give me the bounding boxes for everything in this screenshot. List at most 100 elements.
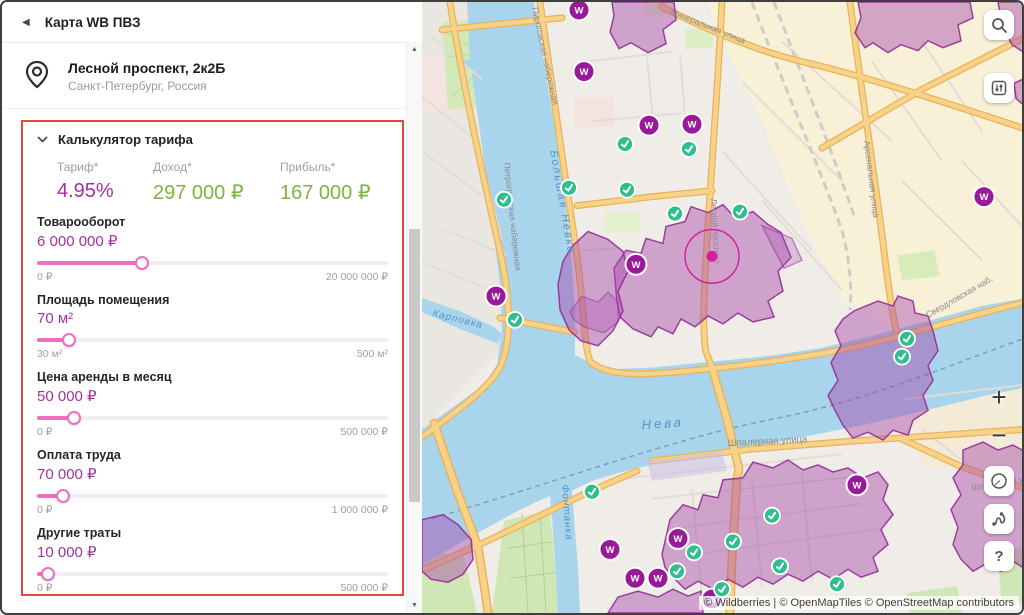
map-label: Нева <box>641 414 684 432</box>
slider-handle[interactable] <box>41 567 55 581</box>
wb-pickup-marker[interactable]: W <box>625 568 646 589</box>
slider-area: Площадь помещения 70 м² 30 м²500 м² <box>37 293 388 360</box>
slider-handle[interactable] <box>62 333 76 347</box>
available-location-marker[interactable] <box>894 349 910 365</box>
svg-text:W: W <box>631 574 640 585</box>
svg-text:W: W <box>674 534 683 545</box>
slider-turnover: Товарооборот 6 000 000 ₽ 0 ₽20 000 000 ₽ <box>37 215 388 283</box>
slider-max: 500 000 ₽ <box>340 582 388 594</box>
available-location-marker[interactable] <box>686 544 702 560</box>
slider-min: 0 ₽ <box>37 426 52 438</box>
available-location-marker[interactable] <box>619 182 635 198</box>
compass-icon <box>990 472 1008 490</box>
available-location-marker[interactable] <box>584 484 600 500</box>
back-icon[interactable]: ◀ <box>22 17 30 28</box>
wb-pickup-marker[interactable]: W <box>600 539 621 560</box>
slider-min: 0 ₽ <box>37 582 52 594</box>
slider-value: 10 000 ₽ <box>37 543 388 561</box>
slider-labor: Оплата труда 70 000 ₽ 0 ₽1 000 000 ₽ <box>37 448 388 516</box>
sidebar-scrollbar[interactable]: ▲ ▼ <box>406 42 422 613</box>
available-location-marker[interactable] <box>561 180 577 196</box>
wb-pickup-marker[interactable]: W <box>668 528 689 549</box>
slider-track[interactable] <box>37 333 388 347</box>
slider-label: Товарооборот <box>37 215 388 229</box>
app-window: ◀ Карта WB ПВЗ Лесной проспект, 2к2Б Сан… <box>0 0 1024 615</box>
wb-pickup-marker[interactable]: W <box>574 61 595 82</box>
svg-text:W: W <box>853 480 862 491</box>
available-location-marker[interactable] <box>496 192 512 208</box>
slider-min: 30 м² <box>37 348 62 360</box>
available-location-marker[interactable] <box>667 206 683 222</box>
location-pin-icon <box>22 59 52 94</box>
stat-profit: Прибыль* 167 000 ₽ <box>280 160 371 205</box>
map-attribution: © Wildberries | © OpenMapTiles © OpenStr… <box>699 596 1019 610</box>
wb-pickup-marker[interactable]: W <box>974 186 995 207</box>
slider-other: Другие траты 10 000 ₽ 0 ₽500 000 ₽ <box>37 526 388 594</box>
svg-text:W: W <box>606 545 615 556</box>
map-panel: Большая НевкаНеваФонтанкаКарповкаПетрогр… <box>422 2 1022 613</box>
slider-handle[interactable] <box>67 411 81 425</box>
wb-pickup-marker[interactable]: W <box>626 254 647 275</box>
slider-max: 1 000 000 ₽ <box>332 504 388 516</box>
svg-text:W: W <box>632 260 641 271</box>
available-location-marker[interactable] <box>507 312 523 328</box>
search-button[interactable] <box>984 10 1014 40</box>
wb-pickup-marker[interactable]: W <box>486 286 507 307</box>
available-location-marker[interactable] <box>725 534 741 550</box>
scrollbar-thumb[interactable] <box>409 229 420 502</box>
map-canvas[interactable]: Большая НевкаНеваФонтанкаКарповкаПетрогр… <box>422 2 1022 613</box>
sidebar: ◀ Карта WB ПВЗ Лесной проспект, 2к2Б Сан… <box>2 2 422 613</box>
svg-text:W: W <box>492 292 501 303</box>
available-location-marker[interactable] <box>772 558 788 574</box>
slider-track[interactable] <box>37 256 388 270</box>
stat-value: 297 000 ₽ <box>153 180 280 205</box>
location-title: Лесной проспект, 2к2Б <box>68 60 225 76</box>
zoom-out-button[interactable]: − <box>984 420 1014 450</box>
svg-text:W: W <box>575 5 584 16</box>
available-location-marker[interactable] <box>714 581 730 597</box>
slider-max: 20 000 000 ₽ <box>326 271 388 283</box>
scroll-up-icon[interactable]: ▲ <box>407 46 422 53</box>
slider-label: Оплата труда <box>37 448 388 462</box>
available-location-marker[interactable] <box>829 576 845 592</box>
calculator-title: Калькулятор тарифа <box>58 132 193 147</box>
calculator-header[interactable]: Калькулятор тарифа <box>37 132 388 147</box>
page-title: Карта WB ПВЗ <box>45 15 141 30</box>
svg-text:W: W <box>645 121 654 132</box>
available-location-marker[interactable] <box>617 136 633 152</box>
stat-label: Тариф* <box>57 160 153 174</box>
available-location-marker[interactable] <box>764 508 780 524</box>
wb-pickup-marker[interactable]: W <box>648 568 669 589</box>
wb-pickup-marker[interactable]: W <box>639 115 660 136</box>
available-location-marker[interactable] <box>681 141 697 157</box>
slider-handle[interactable] <box>56 489 70 503</box>
available-location-marker[interactable] <box>669 563 685 579</box>
zoom-in-button[interactable]: + <box>984 382 1014 412</box>
sidebar-header: ◀ Карта WB ПВЗ <box>2 2 422 43</box>
route-button[interactable] <box>984 504 1014 534</box>
chevron-down-icon <box>37 136 48 143</box>
help-button[interactable]: ? <box>984 541 1014 571</box>
available-location-marker[interactable] <box>732 204 748 220</box>
slider-max: 500 м² <box>357 348 388 360</box>
available-location-marker[interactable] <box>899 331 915 347</box>
wb-pickup-marker[interactable]: W <box>847 474 868 495</box>
slider-handle[interactable] <box>135 256 149 270</box>
slider-min: 0 ₽ <box>37 504 52 516</box>
slider-value: 70 м² <box>37 310 388 327</box>
slider-track[interactable] <box>37 489 388 503</box>
compass-button[interactable] <box>984 466 1014 496</box>
wb-pickup-marker[interactable]: W <box>569 2 590 20</box>
stat-label: Прибыль* <box>280 160 371 174</box>
wb-pickup-marker[interactable]: W <box>682 114 703 135</box>
scroll-down-icon[interactable]: ▼ <box>407 602 422 609</box>
slider-track[interactable] <box>37 411 388 425</box>
location-block: Лесной проспект, 2к2Б Санкт-Петербург, Р… <box>2 43 422 109</box>
slider-min: 0 ₽ <box>37 271 52 283</box>
sliders-icon <box>991 80 1007 96</box>
location-subtitle: Санкт-Петербург, Россия <box>68 79 225 93</box>
slider-track[interactable] <box>37 567 388 581</box>
slider-rent: Цена аренды в месяц 50 000 ₽ 0 ₽500 000 … <box>37 370 388 438</box>
filter-button[interactable] <box>984 73 1014 103</box>
selected-point-dot[interactable] <box>707 251 718 262</box>
